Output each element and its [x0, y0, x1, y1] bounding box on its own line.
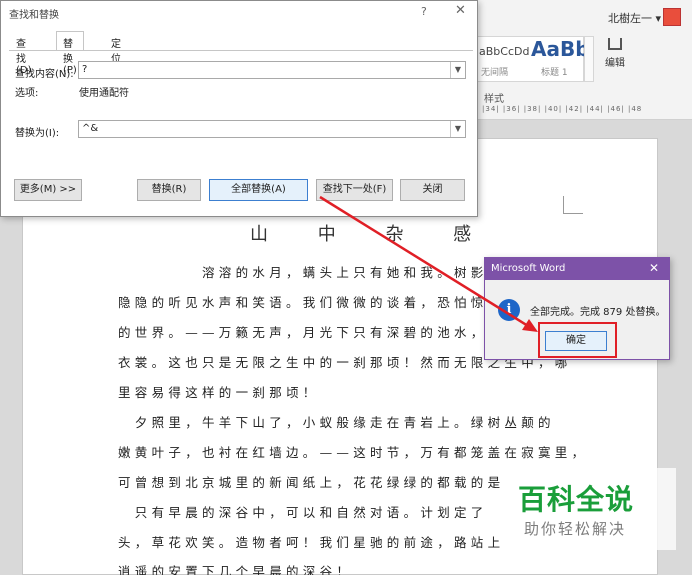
- watermark-title: 百科全说: [518, 483, 635, 516]
- find-next-button[interactable]: 查找下一处(F): [316, 179, 393, 201]
- watermark-slogan: 助你轻松解决: [524, 520, 627, 538]
- document-line: 里容易得这样的一刹那顷！: [118, 385, 320, 400]
- crop-mark: [563, 196, 583, 214]
- close-button[interactable]: 关闭: [400, 179, 465, 201]
- edit-label: 编辑: [605, 58, 625, 69]
- dialog-close-button[interactable]: ✕: [455, 3, 466, 18]
- find-what-input[interactable]: ? ▼: [78, 61, 466, 79]
- style-heading-1-label: 标题 1: [541, 68, 568, 78]
- options-value: 使用通配符: [79, 88, 129, 99]
- help-button[interactable]: ?: [421, 5, 427, 18]
- document-line: 逍遥的安置下几个早晨的深谷！: [118, 564, 354, 575]
- style-no-spacing-label: 无间隔: [481, 68, 509, 78]
- message-title: Microsoft Word: [491, 263, 566, 274]
- more-button[interactable]: 更多(M) >>: [14, 179, 82, 201]
- find-replace-dialog: 查找和替换 ? ✕ 查找(D) 替换(P) 定位(G) 查找内容(N): ? ▼…: [0, 0, 478, 217]
- replace-button[interactable]: 替换(R): [137, 179, 201, 201]
- document-line: 的世界。——万籁无声，月光下只有深碧的池水，: [118, 325, 488, 340]
- word-ribbon: 北樹左一 ▾ aBbCcDd AaBb 无间隔 标题 1 编辑 样式 2| |3…: [470, 0, 692, 120]
- gallery-scrollbar[interactable]: [584, 36, 594, 82]
- annotation-highlight-box: [538, 322, 617, 358]
- style-no-spacing[interactable]: aBbCcDd: [479, 45, 529, 58]
- document-line: 可曾想到北京城里的新闻纸上，花花绿绿的都载的是: [118, 475, 505, 490]
- chevron-down-icon[interactable]: ▼: [450, 121, 465, 137]
- message-text: 全部完成。完成 879 处替换。: [530, 307, 666, 318]
- tab-goto[interactable]: 定位(G): [104, 31, 134, 76]
- replace-with-label: 替换为(I):: [15, 128, 60, 139]
- ruler: 2| |34| |36| |38| |40| |42| |44| |46| |4…: [470, 105, 643, 113]
- message-close-button[interactable]: ✕: [649, 261, 659, 275]
- watermark: 百科全说 助你轻松解决: [508, 468, 676, 550]
- document-line: 嫩黄叶子，也衬在红墙边。——这时节，万有都笼盖在寂寞里，: [118, 445, 589, 460]
- styles-group-label: 样式: [484, 94, 504, 105]
- find-what-value: ?: [82, 64, 88, 75]
- style-heading-1[interactable]: AaBb: [531, 37, 590, 61]
- document-line: 只有早晨的深谷中，可以和自然对语。计划定了: [118, 505, 488, 520]
- styles-gallery[interactable]: aBbCcDd AaBb 无间隔 标题 1: [474, 36, 590, 82]
- find-what-label: 查找内容(N):: [15, 69, 74, 80]
- avatar[interactable]: [663, 8, 681, 26]
- document-line: 溶溶的水月，螨头上只有她和我。树影里: [118, 265, 505, 280]
- document-line: 隐隐的听见水声和笑语。我们微微的谈着，恐怕惊: [118, 295, 488, 310]
- info-icon: i: [498, 299, 520, 321]
- chevron-down-icon[interactable]: ▼: [450, 62, 465, 78]
- options-label: 选项:: [15, 88, 39, 99]
- document-title: 山 中 杂 感: [250, 224, 494, 245]
- document-line: 头，草花欢笑。造物者呵！我们星驰的前途，路站上: [118, 535, 505, 550]
- user-account[interactable]: 北樹左一 ▾: [608, 10, 661, 26]
- replace-with-value: ^&: [82, 123, 99, 134]
- dialog-title: 查找和替换: [9, 10, 59, 21]
- document-line: 夕照里，牛羊下山了，小蚁般缘走在青岩上。绿树丛颠的: [118, 415, 555, 430]
- edit-button[interactable]: 编辑: [600, 36, 630, 82]
- replace-with-input[interactable]: ^& ▼: [78, 120, 466, 138]
- replace-all-button[interactable]: 全部替换(A): [209, 179, 308, 201]
- tab-replace[interactable]: 替换(P): [56, 31, 84, 76]
- binoculars-icon: [608, 38, 622, 50]
- tab-find[interactable]: 查找(D): [9, 31, 39, 76]
